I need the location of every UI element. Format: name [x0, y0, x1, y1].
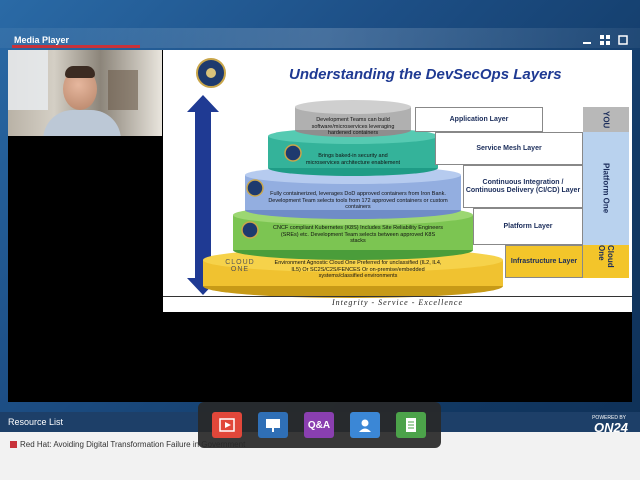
presentation-slide: Understanding the DevSecOps Layers Conti…: [163, 50, 632, 312]
infrastructure-layer: Infrastructure Layer: [505, 245, 583, 278]
minimize-icon[interactable]: [582, 35, 592, 45]
resource-list-title: Resource List: [8, 417, 64, 427]
seal-icon-tier3: [246, 179, 264, 197]
seal-icon-tier2: [284, 144, 302, 162]
document-icon: [406, 418, 416, 432]
you-label: YOU: [601, 110, 611, 129]
tier-2-description: Brings baked-in security and microservic…: [305, 153, 401, 166]
cloud-one-label: Cloud One: [597, 245, 615, 268]
document-icon: [10, 441, 17, 449]
application-layer: Application Layer: [415, 107, 543, 132]
tier-5-description: Environment Agnostic Cloud One Preferred…: [274, 260, 442, 279]
speaker-hair: [65, 66, 95, 78]
speaker-video[interactable]: [8, 50, 162, 136]
background-shelf: [108, 70, 138, 110]
tier-1-top: [295, 100, 411, 114]
cicd-layer: Continuous Integration / Continuous Deli…: [463, 165, 583, 208]
resources-button[interactable]: [396, 412, 426, 438]
on24-logo: ON24: [594, 420, 628, 435]
qa-button[interactable]: Q&A: [304, 412, 334, 438]
slide-footer: Integrity - Service - Excellence: [331, 298, 464, 307]
media-player-title: Media Player: [14, 35, 70, 45]
tier-1-description: Development Teams can build software/mic…: [311, 117, 395, 136]
media-player: Understanding the DevSecOps Layers Conti…: [8, 50, 632, 402]
service-mesh-layer: Service Mesh Layer: [435, 132, 583, 165]
grid-icon[interactable]: [600, 35, 610, 45]
widget-dock: Q&A: [198, 402, 441, 448]
window-controls: [582, 35, 628, 45]
media-icon: [219, 418, 235, 432]
cloud-one-logo: CLOUD ONE: [225, 259, 255, 273]
seal-icon-tier4: [241, 221, 259, 239]
speaker-body: [43, 110, 121, 136]
maximize-icon[interactable]: [618, 35, 628, 45]
speaker-icon: [359, 419, 371, 432]
platform-layer: Platform Layer: [473, 208, 583, 245]
tier-4-description: CNCF compliant Kubernetes (K8S) Includes…: [273, 225, 443, 244]
media-player-button[interactable]: [212, 412, 242, 438]
slides-icon: [266, 419, 280, 432]
platform-one-label: Platform One: [601, 163, 611, 214]
tier-3-description: Fully containerized, leverages DoD appro…: [268, 191, 448, 210]
speaker-bio-button[interactable]: [350, 412, 380, 438]
slides-button[interactable]: [258, 412, 288, 438]
active-tab-indicator: [12, 45, 140, 48]
footer-divider: [163, 296, 632, 297]
window-light: [8, 50, 48, 110]
continuous-monitoring-label: Continuous Monitoring Leverages the Side…: [180, 142, 194, 270]
